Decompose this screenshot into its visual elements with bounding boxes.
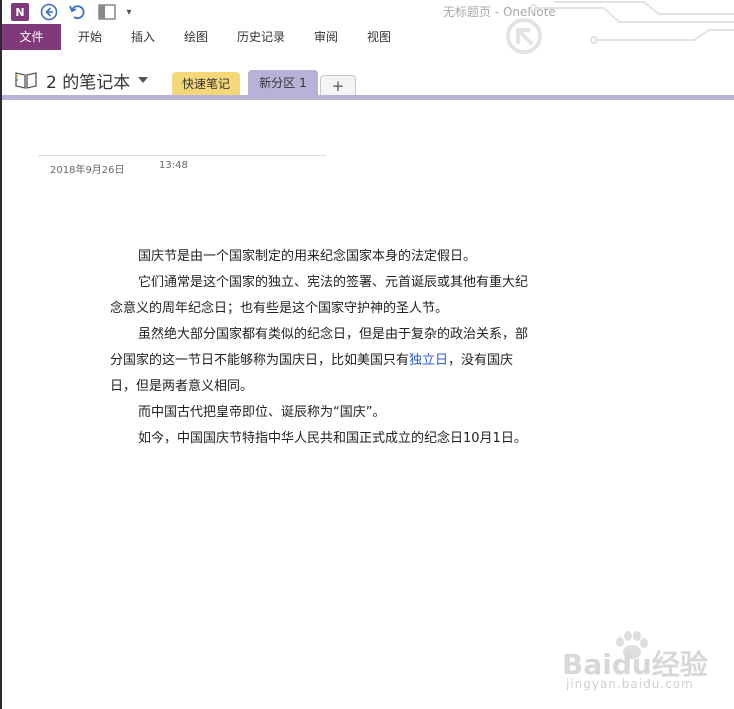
page-title-underline [38, 155, 326, 156]
paragraph: 而中国古代把皇帝即位、诞辰称为“国庆”。 [138, 405, 386, 420]
notebook-picker[interactable]: 2 的笔记本 [14, 66, 149, 94]
chevron-down-icon [138, 77, 149, 83]
paragraph: 国庆节是由一个国家制定的用来纪念国家本身的法定假日。 [138, 249, 477, 264]
page-layout-icon [98, 4, 116, 20]
watermark-url: jingyan.baidu.com [566, 677, 694, 691]
tab-view[interactable]: 视图 [359, 24, 399, 50]
onenote-logo[interactable]: N [10, 2, 30, 22]
back-button[interactable] [39, 2, 59, 22]
customize-quick-access-button[interactable]: ▾ [122, 2, 136, 22]
tab-insert[interactable]: 插入 [123, 24, 163, 50]
tab-history[interactable]: 历史记录 [230, 24, 292, 50]
back-arrow-icon [40, 3, 58, 21]
note-container[interactable]: 国庆节是由一个国家制定的用来纪念国家本身的法定假日。 它们通常是这个国家的独立、… [110, 244, 535, 452]
paragraph: 虽然绝大部分国家都有类似的纪念日，但是由于复杂的政治关系，部分国家的这一节日不能… [110, 322, 535, 400]
tab-draw[interactable]: 绘图 [176, 24, 216, 50]
undo-icon [69, 5, 85, 20]
tab-review[interactable]: 审阅 [306, 24, 346, 50]
onenote-logo-icon: N [11, 3, 29, 21]
section-tab-quick-notes[interactable]: 快速笔记 [172, 72, 240, 96]
page-time: 13:48 [159, 160, 188, 171]
dock-to-desktop-button[interactable] [97, 2, 117, 22]
tab-file[interactable]: 文件 [2, 24, 61, 50]
section-tab-new-section-1[interactable]: 新分区 1 [248, 70, 318, 96]
watermark: Baidu经验 jingyan.baidu.com [560, 630, 730, 700]
undo-button[interactable] [67, 2, 87, 22]
notebook-icon [15, 72, 37, 89]
tab-home[interactable]: 开始 [70, 24, 110, 50]
ribbon-tabs: 文件 开始 插入 绘图 历史记录 审阅 视图 [0, 24, 734, 50]
chevron-down-icon: ▾ [126, 6, 132, 18]
notebook-name: 2 的笔记本 [46, 72, 131, 93]
page-date: 2018年9月26日 [50, 165, 125, 176]
paragraph: 如今，中国国庆节特指中华人民共和国正式成立的纪念日10月1日。 [138, 431, 527, 446]
hyperlink-independence-day[interactable]: 独立日 [409, 353, 448, 368]
title-bar: N ▾ 无标题页 - OneNote [0, 0, 734, 54]
paragraph: 它们通常是这个国家的独立、宪法的签署、元首诞辰或其他有重大纪念意义的周年纪念日；… [110, 275, 529, 316]
add-section-button[interactable]: + [320, 75, 356, 97]
